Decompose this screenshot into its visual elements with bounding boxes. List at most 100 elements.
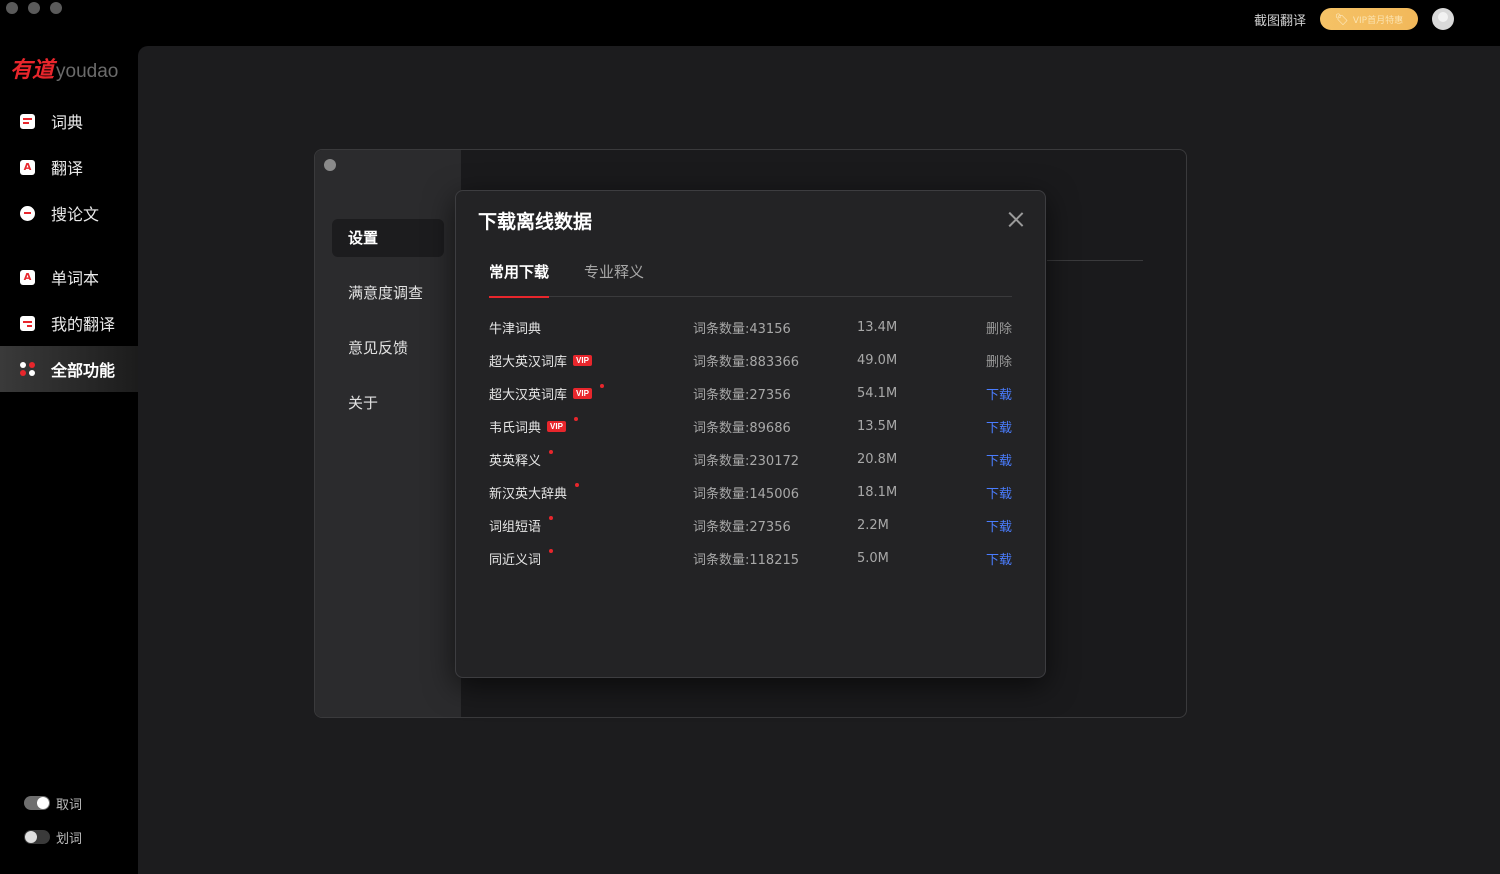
toggle-label: 划词 [56,831,83,847]
sidebar: 有道 youdao 词典 A 翻译 搜论文 A 单词本 我的翻译 全部功能 取词… [0,46,138,874]
file-size: 13.5M [857,419,898,434]
sidebar-item-all-features[interactable]: 全部功能 [0,346,138,392]
entry-count-label: 词条数量: [693,454,750,469]
dictionary-name-cell: 英英释义 [489,449,693,469]
sidebar-item-dictionary[interactable]: 词典 [0,98,138,144]
entry-count-value: 89686 [749,421,791,436]
select-word-switch[interactable] [24,830,50,844]
my-translation-icon [20,315,35,331]
sidebar-item-label: 搜论文 [51,205,100,224]
entry-count-value: 230172 [749,454,800,469]
entry-count-label: 词条数量: [693,322,750,337]
sidebar-nav: 词典 A 翻译 搜论文 A 单词本 我的翻译 全部功能 [0,98,138,392]
file-size: 13.4M [857,320,898,335]
sidebar-item-translate[interactable]: A 翻译 [0,144,138,190]
entry-count: 词条数量:230172 [693,450,857,469]
modal-title: 下载离线数据 [478,211,593,233]
list-item: 新汉英大辞典 词条数量:145006 18.1M 下载 [489,476,1012,509]
new-indicator-dot [575,482,580,487]
dictionary-name: 超大汉英词库 [489,388,568,403]
entry-count: 词条数量:27356 [693,516,857,535]
download-button[interactable]: 下载 [986,417,1012,436]
entry-count-label: 词条数量: [693,487,750,502]
entry-count-value: 118215 [749,553,800,568]
file-size: 5.0M [857,551,889,566]
vip-tag: VIP [547,421,566,432]
capture-word-switch[interactable] [24,796,50,810]
dictionary-name: 英英释义 [489,454,542,469]
dictionary-name: 词组短语 [489,520,542,535]
settings-close-button[interactable] [324,159,336,171]
list-item: 同近义词 词条数量:118215 5.0M 下载 [489,542,1012,575]
toggle-row-capture: 取词 [24,786,82,820]
list-item: 牛津词典 词条数量:43156 13.4M 删除 [489,311,1012,344]
close-window-button[interactable] [6,2,18,14]
entry-count-value: 27356 [749,520,791,535]
tab-common-downloads[interactable]: 常用下载 [489,251,550,298]
settings-menu-survey[interactable]: 满意度调查 [332,274,444,312]
dictionary-name-cell: 超大汉英词库 VIP [489,383,693,403]
list-item: 词组短语 词条数量:27356 2.2M 下载 [489,509,1012,542]
vip-promo-button[interactable]: 🏷 VIP首月特惠 [1320,8,1418,30]
vip-tag: VIP [573,355,592,366]
dictionary-name-cell: 新汉英大辞典 [489,482,693,502]
user-avatar[interactable] [1432,8,1454,30]
zoom-window-button[interactable] [50,2,62,14]
settings-menu-feedback[interactable]: 意见反馈 [332,329,444,367]
download-button[interactable]: 下载 [986,384,1012,403]
new-indicator-dot [549,515,554,520]
close-icon[interactable] [1007,210,1025,228]
file-size: 49.0M [857,353,898,368]
all-features-icon [19,361,35,377]
sidebar-item-wordbook[interactable]: A 单词本 [0,254,138,300]
tab-professional[interactable]: 专业释义 [584,251,644,297]
download-button[interactable]: 下载 [986,549,1012,568]
settings-sidebar: 设置 满意度调查 意见反馈 关于 [315,150,461,717]
word-capture-toggles: 取词 划词 [24,786,82,854]
entry-count: 词条数量:27356 [693,384,857,403]
entry-count: 词条数量:145006 [693,483,857,502]
app-window: 截图翻译 🏷 VIP首月特惠 有道 youdao 词典 A 翻译 搜论文 A 单… [0,0,1500,874]
list-item: 超大英汉词库 VIP 词条数量:883366 49.0M 删除 [489,344,1012,377]
entry-count: 词条数量:43156 [693,318,857,337]
entry-count-label: 词条数量: [693,388,750,403]
entry-count-label: 词条数量: [693,553,750,568]
file-size: 18.1M [857,485,898,500]
sidebar-item-paper-search[interactable]: 搜论文 [0,190,138,236]
screenshot-translate-button[interactable]: 截图翻译 [1254,10,1306,29]
list-item: 超大汉英词库 VIP 词条数量:27356 54.1M 下载 [489,377,1012,410]
new-indicator-dot [599,383,604,388]
delete-button[interactable]: 删除 [986,318,1012,337]
download-button[interactable]: 下载 [986,483,1012,502]
dictionary-name: 同近义词 [489,553,542,568]
sidebar-item-label: 全部功能 [51,361,116,380]
dictionary-name-cell: 同近义词 [489,548,693,568]
logo-cn-text: 有道 [10,57,55,83]
file-size: 20.8M [857,452,898,467]
youdao-logo: 有道 youdao [10,52,118,84]
settings-menu-settings[interactable]: 设置 [332,219,444,257]
sidebar-item-my-translation[interactable]: 我的翻译 [0,300,138,346]
new-indicator-dot [573,416,578,421]
download-button[interactable]: 下载 [986,450,1012,469]
delete-button[interactable]: 删除 [986,351,1012,370]
entry-count-label: 词条数量: [693,520,750,535]
minimize-window-button[interactable] [28,2,40,14]
download-button[interactable]: 下载 [986,516,1012,535]
entry-count-value: 883366 [749,355,800,370]
offline-data-modal: 下载离线数据 常用下载 专业释义 牛津词典 词条数量:43156 13.4M 删除超大… [455,190,1046,678]
vip-tag: VIP [573,388,592,399]
wordbook-icon: A [20,269,35,285]
translate-icon: A [20,159,35,175]
dictionary-name-cell: 韦氏词典 VIP [489,416,693,436]
toggle-label: 取词 [56,797,83,813]
modal-tabs: 常用下载 专业释义 [489,251,1012,298]
dictionary-name-cell: 牛津词典 [489,318,693,337]
toggle-row-select: 划词 [24,820,82,854]
file-size: 54.1M [857,386,898,401]
new-indicator-dot [549,449,554,454]
dictionary-list: 牛津词典 词条数量:43156 13.4M 删除 超大英汉词库 VIP 词条数量:88336… [489,311,1012,575]
settings-menu: 设置 满意度调查 意见反馈 关于 [332,219,444,439]
settings-menu-about[interactable]: 关于 [332,384,444,422]
sidebar-item-label: 词典 [51,113,84,132]
